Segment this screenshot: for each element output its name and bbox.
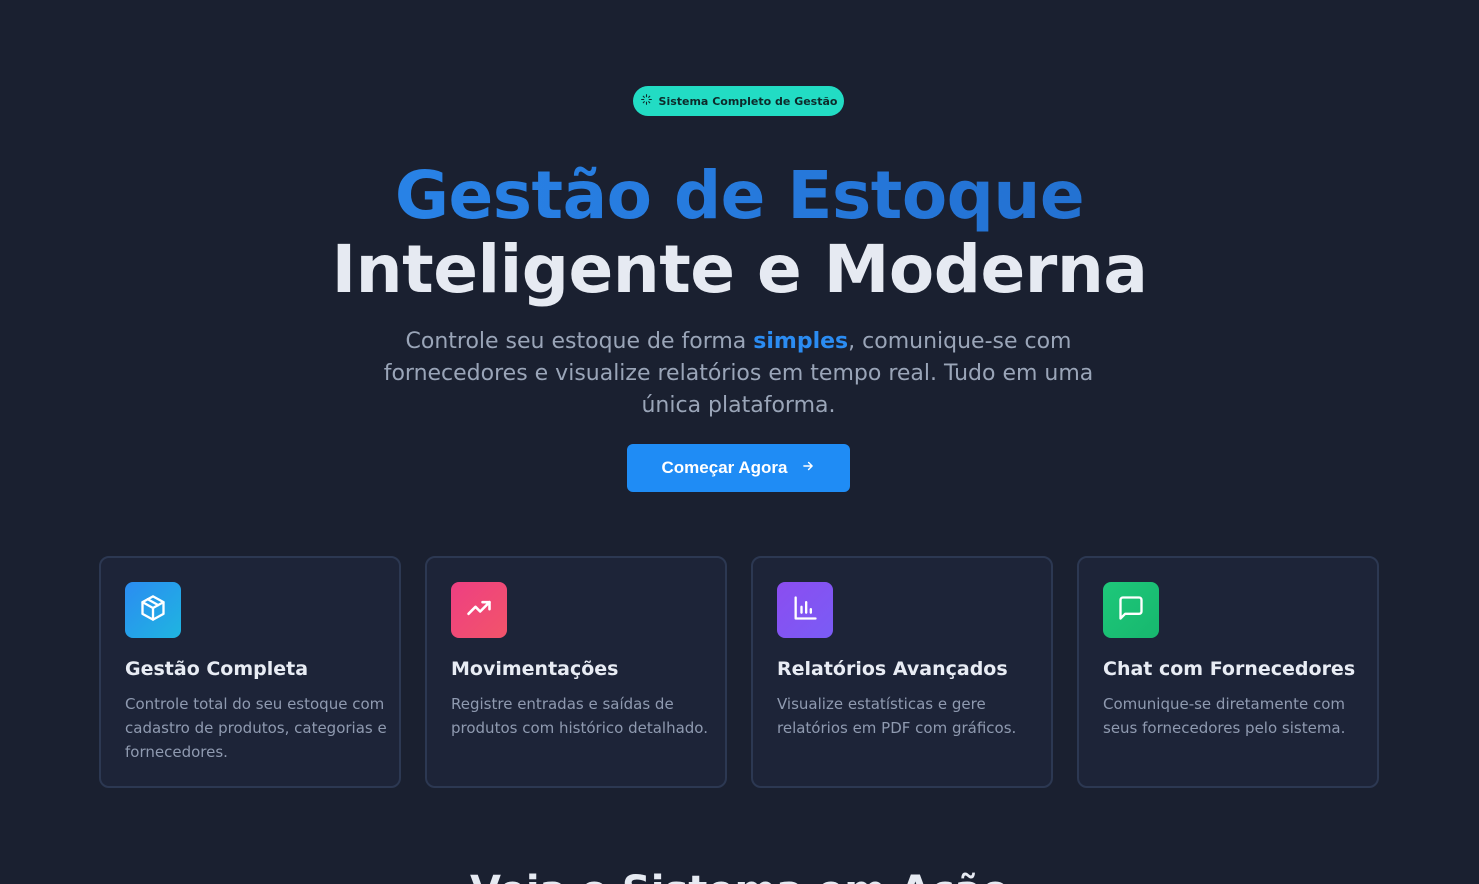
next-section-heading: Veja o Sistema em Ação: [0, 866, 1479, 884]
feature-description: Controle total do seu estoque com cadast…: [125, 695, 387, 761]
hero-title-line1: Gestão de Estoque: [0, 156, 1479, 236]
feature-card-stock-management: Gestão Completa Controle total do seu es…: [99, 556, 401, 788]
trending-up-icon: [465, 594, 493, 626]
feature-icon-box: [1103, 582, 1159, 638]
landing-page: Sistema Completo de Gestão Gestão de Est…: [0, 0, 1479, 884]
feature-card-movements: Movimentações Registre entradas e saídas…: [425, 556, 727, 788]
feature-badge: Sistema Completo de Gestão: [633, 86, 844, 116]
bar-chart-icon: [791, 594, 819, 626]
feature-icon-box: [451, 582, 507, 638]
start-now-label: Começar Agora: [661, 458, 788, 477]
sparkles-icon: [640, 93, 653, 109]
feature-card-reports: Relatórios Avançados Visualize estatísti…: [751, 556, 1053, 788]
feature-description: Visualize estatísticas e gere relatórios…: [777, 695, 1017, 737]
feature-title: Chat com Fornecedores: [1103, 658, 1356, 680]
feature-description: Registre entradas e saídas de produtos c…: [451, 695, 708, 737]
hero-title-line2: Inteligente e Moderna: [331, 231, 1148, 308]
box-icon: [139, 594, 167, 626]
subtitle-text-start: Controle seu estoque de forma: [405, 329, 754, 354]
feature-title: Movimentações: [451, 658, 619, 680]
feature-icon-box: [777, 582, 833, 638]
feature-title: Gestão Completa: [125, 658, 309, 680]
badge-label: Sistema Completo de Gestão: [658, 94, 838, 108]
subtitle-highlight: simples: [753, 329, 849, 354]
hero-subtitle: Controle seu estoque de forma simples, c…: [360, 326, 1117, 422]
feature-card-supplier-chat: Chat com Fornecedores Comunique-se diret…: [1077, 556, 1379, 788]
start-now-button[interactable]: Começar Agora: [627, 444, 850, 492]
feature-title: Relatórios Avançados: [777, 658, 1008, 680]
message-square-icon: [1117, 594, 1145, 626]
arrow-right-icon: [801, 458, 815, 478]
feature-description: Comunique-se diretamente com seus fornec…: [1103, 695, 1346, 737]
feature-icon-box: [125, 582, 181, 638]
